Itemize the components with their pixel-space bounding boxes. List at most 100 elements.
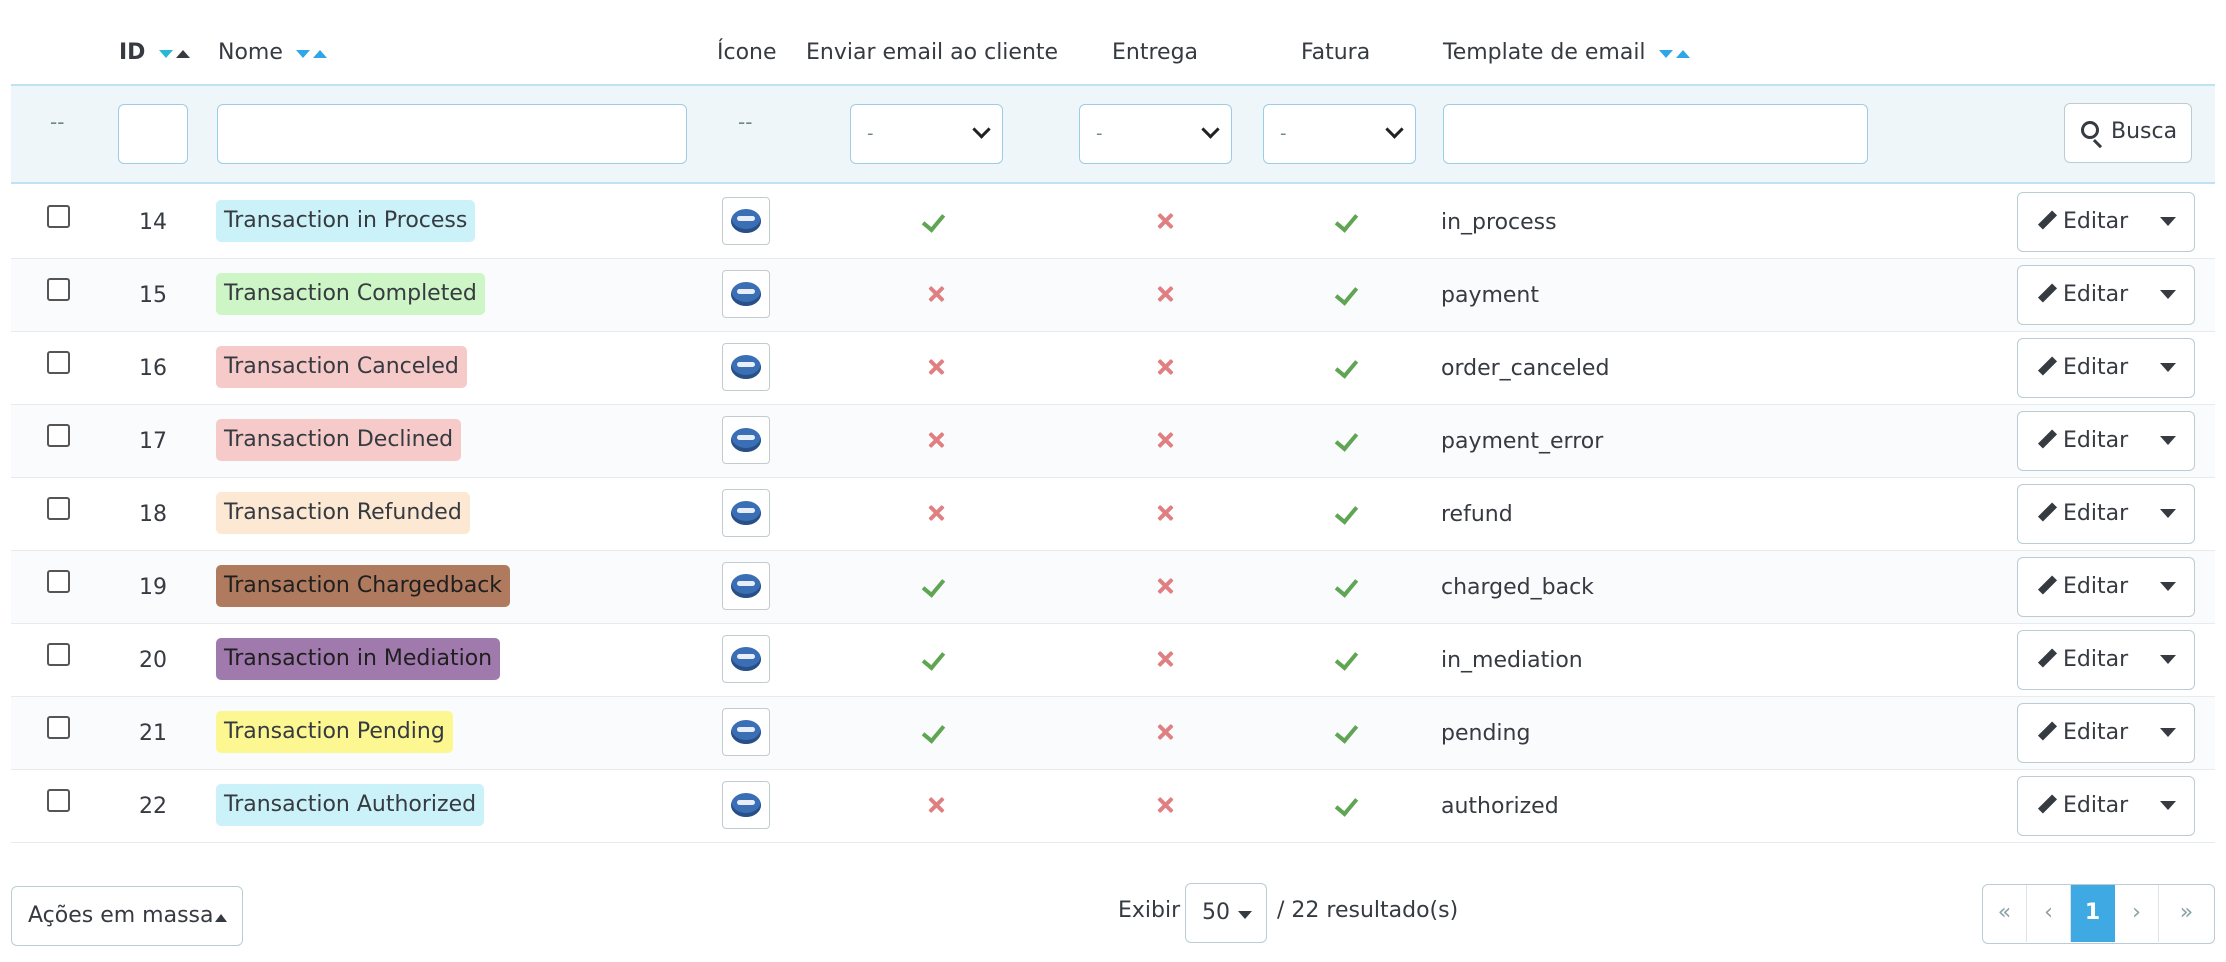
table-header: ID Nome Ícone Enviar email ao cliente En… bbox=[11, 30, 2215, 82]
cross-icon[interactable] bbox=[1152, 354, 1178, 380]
status-badge: Transaction Refunded bbox=[216, 492, 470, 534]
check-icon[interactable] bbox=[1336, 208, 1362, 234]
row-actions-dropdown-toggle[interactable] bbox=[2150, 558, 2194, 615]
id-filter-input[interactable] bbox=[118, 104, 188, 164]
cross-icon[interactable] bbox=[1152, 500, 1178, 526]
cross-icon[interactable] bbox=[923, 281, 949, 307]
row-checkbox[interactable] bbox=[47, 351, 70, 374]
sort-desc-icon[interactable] bbox=[159, 49, 174, 58]
row-template: authorized bbox=[1441, 794, 1559, 819]
cross-icon[interactable] bbox=[1152, 427, 1178, 453]
check-icon[interactable] bbox=[923, 646, 949, 672]
row-template: in_process bbox=[1441, 210, 1557, 235]
sort-desc-icon[interactable] bbox=[295, 49, 310, 58]
check-icon[interactable] bbox=[1336, 427, 1362, 453]
status-badge: Transaction Completed bbox=[216, 273, 485, 315]
edit-button[interactable]: Editar bbox=[2018, 631, 2142, 688]
invoice-filter-select[interactable]: - bbox=[1263, 104, 1416, 164]
search-button[interactable]: Busca bbox=[2064, 103, 2192, 163]
bulk-actions-label: Ações em massa bbox=[28, 903, 214, 928]
row-checkbox[interactable] bbox=[47, 570, 70, 593]
check-icon[interactable] bbox=[1336, 646, 1362, 672]
cross-icon[interactable] bbox=[923, 427, 949, 453]
sort-desc-icon[interactable] bbox=[1658, 49, 1673, 58]
check-icon[interactable] bbox=[1336, 792, 1362, 818]
check-icon[interactable] bbox=[1336, 281, 1362, 307]
sort-asc-icon[interactable] bbox=[1675, 49, 1690, 58]
cross-icon[interactable] bbox=[1152, 719, 1178, 745]
edit-button-label: Editar bbox=[2063, 501, 2129, 526]
check-icon[interactable] bbox=[923, 719, 949, 745]
table-row: 20 Transaction in Mediation in_mediation Ed… bbox=[11, 624, 2215, 697]
caret-down-icon bbox=[2160, 728, 2176, 737]
check-icon[interactable] bbox=[923, 208, 949, 234]
row-action-group: Editar bbox=[2017, 338, 2195, 398]
next-page-button[interactable]: › bbox=[2115, 885, 2159, 942]
status-icon bbox=[722, 562, 770, 610]
check-icon[interactable] bbox=[1336, 500, 1362, 526]
cross-icon[interactable] bbox=[923, 500, 949, 526]
row-id: 16 bbox=[139, 356, 167, 381]
prev-page-button[interactable]: ‹ bbox=[2027, 885, 2071, 942]
cross-icon[interactable] bbox=[1152, 646, 1178, 672]
row-actions-dropdown-toggle[interactable] bbox=[2150, 193, 2194, 250]
first-page-button[interactable]: « bbox=[1983, 885, 2027, 942]
edit-button[interactable]: Editar bbox=[2018, 266, 2142, 323]
status-icon bbox=[722, 416, 770, 464]
edit-button[interactable]: Editar bbox=[2018, 485, 2142, 542]
row-checkbox[interactable] bbox=[47, 424, 70, 447]
row-checkbox[interactable] bbox=[47, 643, 70, 666]
edit-button[interactable]: Editar bbox=[2018, 339, 2142, 396]
edit-button[interactable]: Editar bbox=[2018, 412, 2142, 469]
cross-icon[interactable] bbox=[1152, 208, 1178, 234]
caret-down-icon bbox=[2160, 582, 2176, 591]
row-checkbox[interactable] bbox=[47, 497, 70, 520]
cross-icon[interactable] bbox=[1152, 281, 1178, 307]
table-row: 18 Transaction Refunded refund Editar bbox=[11, 478, 2215, 551]
bulk-actions-button[interactable]: Ações em massa bbox=[11, 886, 243, 946]
check-icon[interactable] bbox=[923, 573, 949, 599]
check-icon[interactable] bbox=[1336, 354, 1362, 380]
edit-button-label: Editar bbox=[2063, 209, 2129, 234]
cross-icon[interactable] bbox=[1152, 792, 1178, 818]
name-filter-input[interactable] bbox=[217, 104, 687, 164]
send-email-filter-select[interactable]: - bbox=[850, 104, 1003, 164]
row-checkbox[interactable] bbox=[47, 205, 70, 228]
row-actions-dropdown-toggle[interactable] bbox=[2150, 485, 2194, 542]
row-actions-dropdown-toggle[interactable] bbox=[2150, 412, 2194, 469]
row-action-group: Editar bbox=[2017, 557, 2195, 617]
caret-down-icon bbox=[1238, 911, 1252, 919]
column-header-id[interactable]: ID bbox=[119, 40, 191, 66]
edit-button[interactable]: Editar bbox=[2018, 704, 2142, 761]
row-checkbox[interactable] bbox=[47, 789, 70, 812]
per-page-select[interactable]: 50 bbox=[1185, 883, 1267, 943]
row-checkbox[interactable] bbox=[47, 278, 70, 301]
sort-asc-icon[interactable] bbox=[176, 49, 191, 58]
send-email-filter-value: - bbox=[867, 123, 874, 144]
edit-button[interactable]: Editar bbox=[2018, 558, 2142, 615]
row-actions-dropdown-toggle[interactable] bbox=[2150, 704, 2194, 761]
delivery-filter-select[interactable]: - bbox=[1079, 104, 1232, 164]
row-actions-dropdown-toggle[interactable] bbox=[2150, 266, 2194, 323]
row-actions-dropdown-toggle[interactable] bbox=[2150, 339, 2194, 396]
column-header-template[interactable]: Template de email bbox=[1443, 40, 1690, 66]
template-filter-input[interactable] bbox=[1443, 104, 1868, 164]
row-actions-dropdown-toggle[interactable] bbox=[2150, 631, 2194, 688]
cross-icon[interactable] bbox=[1152, 573, 1178, 599]
edit-button-label: Editar bbox=[2063, 647, 2129, 672]
row-id: 15 bbox=[139, 283, 167, 308]
current-page-button[interactable]: 1 bbox=[2071, 885, 2115, 942]
sort-asc-icon[interactable] bbox=[312, 49, 327, 58]
cross-icon[interactable] bbox=[923, 354, 949, 380]
edit-button[interactable]: Editar bbox=[2018, 193, 2142, 250]
status-icon bbox=[722, 489, 770, 537]
last-page-button[interactable]: » bbox=[2159, 885, 2214, 942]
cross-icon[interactable] bbox=[923, 792, 949, 818]
check-icon[interactable] bbox=[1336, 573, 1362, 599]
row-id: 19 bbox=[139, 575, 167, 600]
edit-button[interactable]: Editar bbox=[2018, 777, 2142, 834]
row-actions-dropdown-toggle[interactable] bbox=[2150, 777, 2194, 834]
check-icon[interactable] bbox=[1336, 719, 1362, 745]
row-checkbox[interactable] bbox=[47, 716, 70, 739]
column-header-nome[interactable]: Nome bbox=[218, 40, 327, 66]
